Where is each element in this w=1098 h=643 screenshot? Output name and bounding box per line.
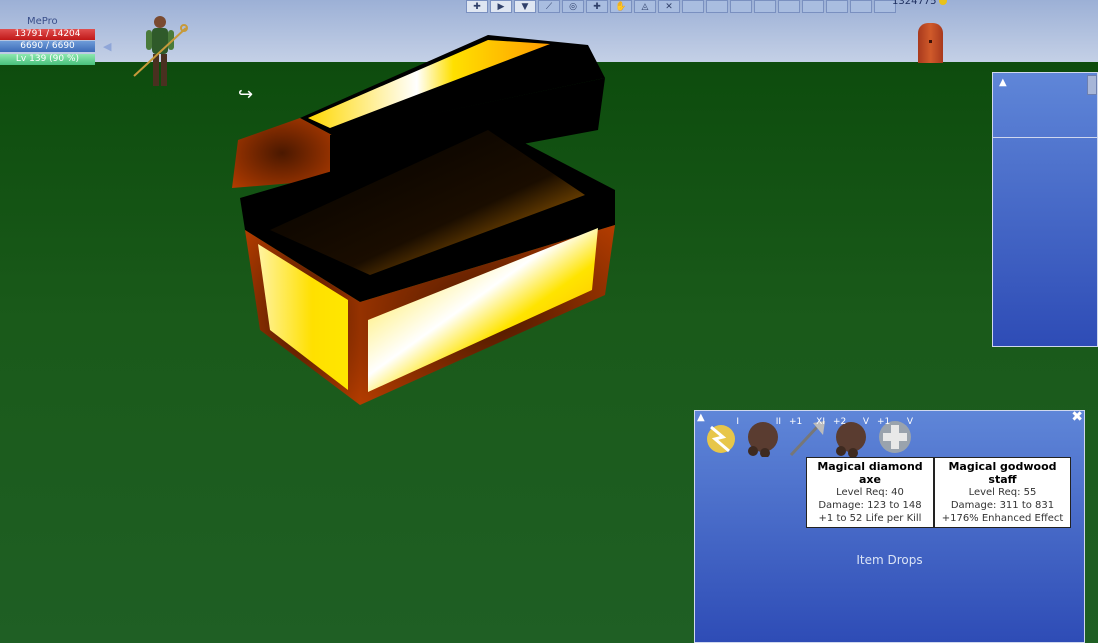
tooltip-item-name: Magical diamond axe [817,460,923,486]
divider [993,137,1097,138]
shield-skill-icon[interactable]: ◬ [634,0,656,13]
down-icon[interactable]: ▼ [514,0,536,13]
item-level: V [906,417,913,427]
mana-bar: 6690 / 6690 [0,41,95,52]
drops-title: Item Drops [856,553,923,567]
empty-slot[interactable] [850,0,872,13]
tooltip-item-name: Magical godwood staff [948,460,1057,486]
empty-slot[interactable] [682,0,704,13]
item-tooltip-staff: Magical godwood staff Level Req: 55 Dama… [934,457,1071,528]
hotbar: ✚ ▶ ▼ ⟋ ◎ ✚ ✋ ◬ ✕ [466,0,898,14]
hands-skill-icon[interactable]: ✋ [610,0,632,13]
empty-slot[interactable] [778,0,800,13]
tooltip-line: +1 to 52 Life per Kill [818,513,922,524]
plus-icon[interactable]: ✚ [466,0,488,13]
tooltip-line: Damage: 123 to 148 [818,500,922,511]
collapse-arrow-icon[interactable]: ◀ [103,40,111,53]
item-plus: +2 [833,417,847,427]
heal-skill-icon[interactable]: ✚ [586,0,608,13]
empty-slot[interactable] [706,0,728,13]
item-plus: +1 [877,417,891,427]
empty-slot[interactable] [754,0,776,13]
item-level: XI [816,417,825,427]
item-tooltip-axe: Magical diamond axe Level Req: 40 Damage… [806,457,934,528]
drop-item-axe[interactable]: +1 XI [787,417,827,457]
item-level: I [736,417,739,427]
treasure-chest[interactable] [220,30,620,410]
side-panel: ▲ [992,72,1098,347]
crossed-swords-icon[interactable]: ✕ [658,0,680,13]
player-name: MePro [27,16,58,27]
empty-slot[interactable] [826,0,848,13]
tooltip-line: Damage: 311 to 831 [950,500,1055,511]
tooltip-line: Level Req: 40 [836,487,904,498]
drop-item-staff[interactable]: +2 V [831,417,871,458]
tooltip-line: +176% Enhanced Effect [941,513,1064,524]
next-icon[interactable]: ▶ [490,0,512,13]
scroll-tab[interactable] [1087,75,1097,95]
empty-slot[interactable] [802,0,824,13]
health-bar: 13791 / 14204 [0,29,95,40]
expand-triangle-icon[interactable]: ▲ [999,77,1007,88]
lightning-icon [707,425,735,453]
gold-amount: 1324775 [892,0,937,7]
player-character[interactable] [130,12,190,98]
item-level: V [862,417,869,427]
drop-item-rock[interactable]: II [743,417,783,458]
drop-item-plus-orb[interactable]: +1 V [875,417,915,457]
sword-skill-icon[interactable]: ⟋ [538,0,560,13]
whirlwind-skill-icon[interactable]: ◎ [562,0,584,13]
door[interactable] [918,23,943,63]
close-icon[interactable]: ✖ [1071,409,1083,425]
item-level: II [775,417,781,427]
level-bar: Lv 139 (90 %) [0,54,95,65]
drop-item-lightning[interactable]: I [701,417,741,457]
empty-slot[interactable] [730,0,752,13]
tooltip-line: Level Req: 55 [968,487,1037,498]
item-plus: +1 [789,417,803,427]
